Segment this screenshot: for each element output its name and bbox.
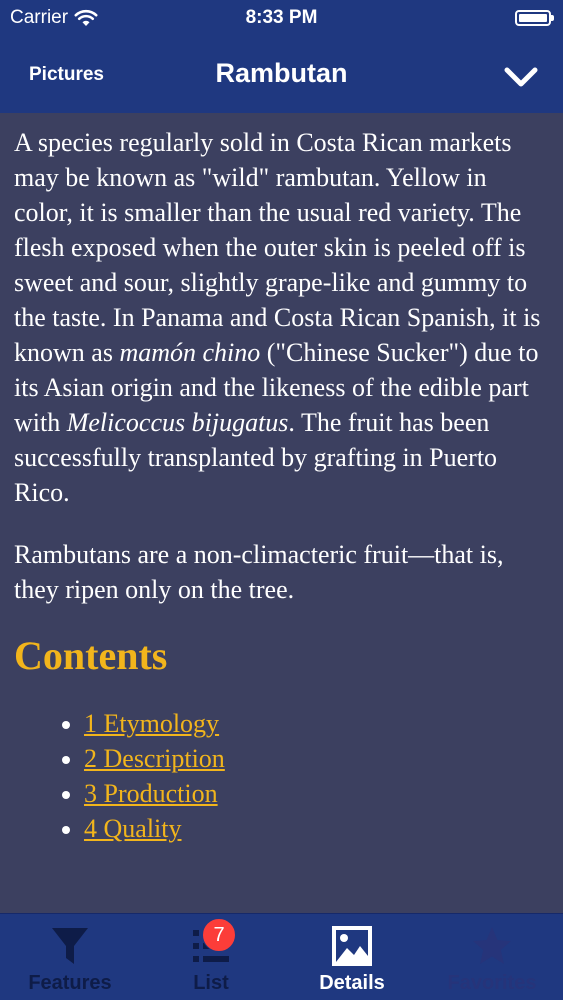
tab-label: Details <box>319 972 385 994</box>
tab-label: Features <box>28 972 112 994</box>
contents-list: 1 Etymology 2 Description 3 Production 4… <box>14 706 549 846</box>
tab-label: List <box>193 972 229 994</box>
article-paragraph-1: A species regularly sold in Costa Rican … <box>14 125 549 510</box>
tab-bar: Features List 7 Details Favorites <box>0 913 563 1000</box>
contents-link-etymology[interactable]: 1 Etymology <box>84 709 219 738</box>
contents-link-description[interactable]: 2 Description <box>84 744 225 773</box>
star-icon <box>473 927 511 964</box>
paragraph-text: A species regularly sold in Costa Rican … <box>14 128 541 367</box>
article-paragraph-2: Rambutans are a non-climacteric fruit—th… <box>14 540 504 604</box>
navigation-bar: Pictures Rambutan <box>0 38 563 113</box>
list-item: 2 Description <box>84 741 549 776</box>
list-item: 4 Quality <box>84 811 549 846</box>
battery-icon <box>515 10 554 26</box>
tab-favorites[interactable]: Favorites <box>422 914 562 1000</box>
picture-icon <box>332 926 372 966</box>
status-bar: Carrier 8:33 PM <box>0 0 563 38</box>
article-content: A species regularly sold in Costa Rican … <box>0 113 563 913</box>
tab-details[interactable]: Details <box>282 914 422 1000</box>
list-item: 3 Production <box>84 776 549 811</box>
chevron-down-icon[interactable] <box>503 62 539 92</box>
contents-link-production[interactable]: 3 Production <box>84 779 218 808</box>
tab-label: Favorites <box>447 972 537 994</box>
page-title: Rambutan <box>215 58 348 88</box>
tab-features[interactable]: Features <box>0 914 140 1000</box>
top-bar: Carrier 8:33 PM Pictures Rambutan <box>0 0 563 113</box>
notification-badge: 7 <box>202 918 236 952</box>
status-time: 8:33 PM <box>245 7 318 28</box>
funnel-icon <box>52 928 88 964</box>
contents-heading: Contents <box>14 633 168 678</box>
list-item: 1 Etymology <box>84 706 549 741</box>
italic-term: mamón chino <box>119 338 261 367</box>
italic-term: Melicoccus bijugatus <box>66 408 289 437</box>
app-screen: Carrier 8:33 PM Pictures Rambutan A spec… <box>0 0 563 1000</box>
contents-link-quality[interactable]: 4 Quality <box>84 814 182 843</box>
battery-fill <box>519 14 547 22</box>
